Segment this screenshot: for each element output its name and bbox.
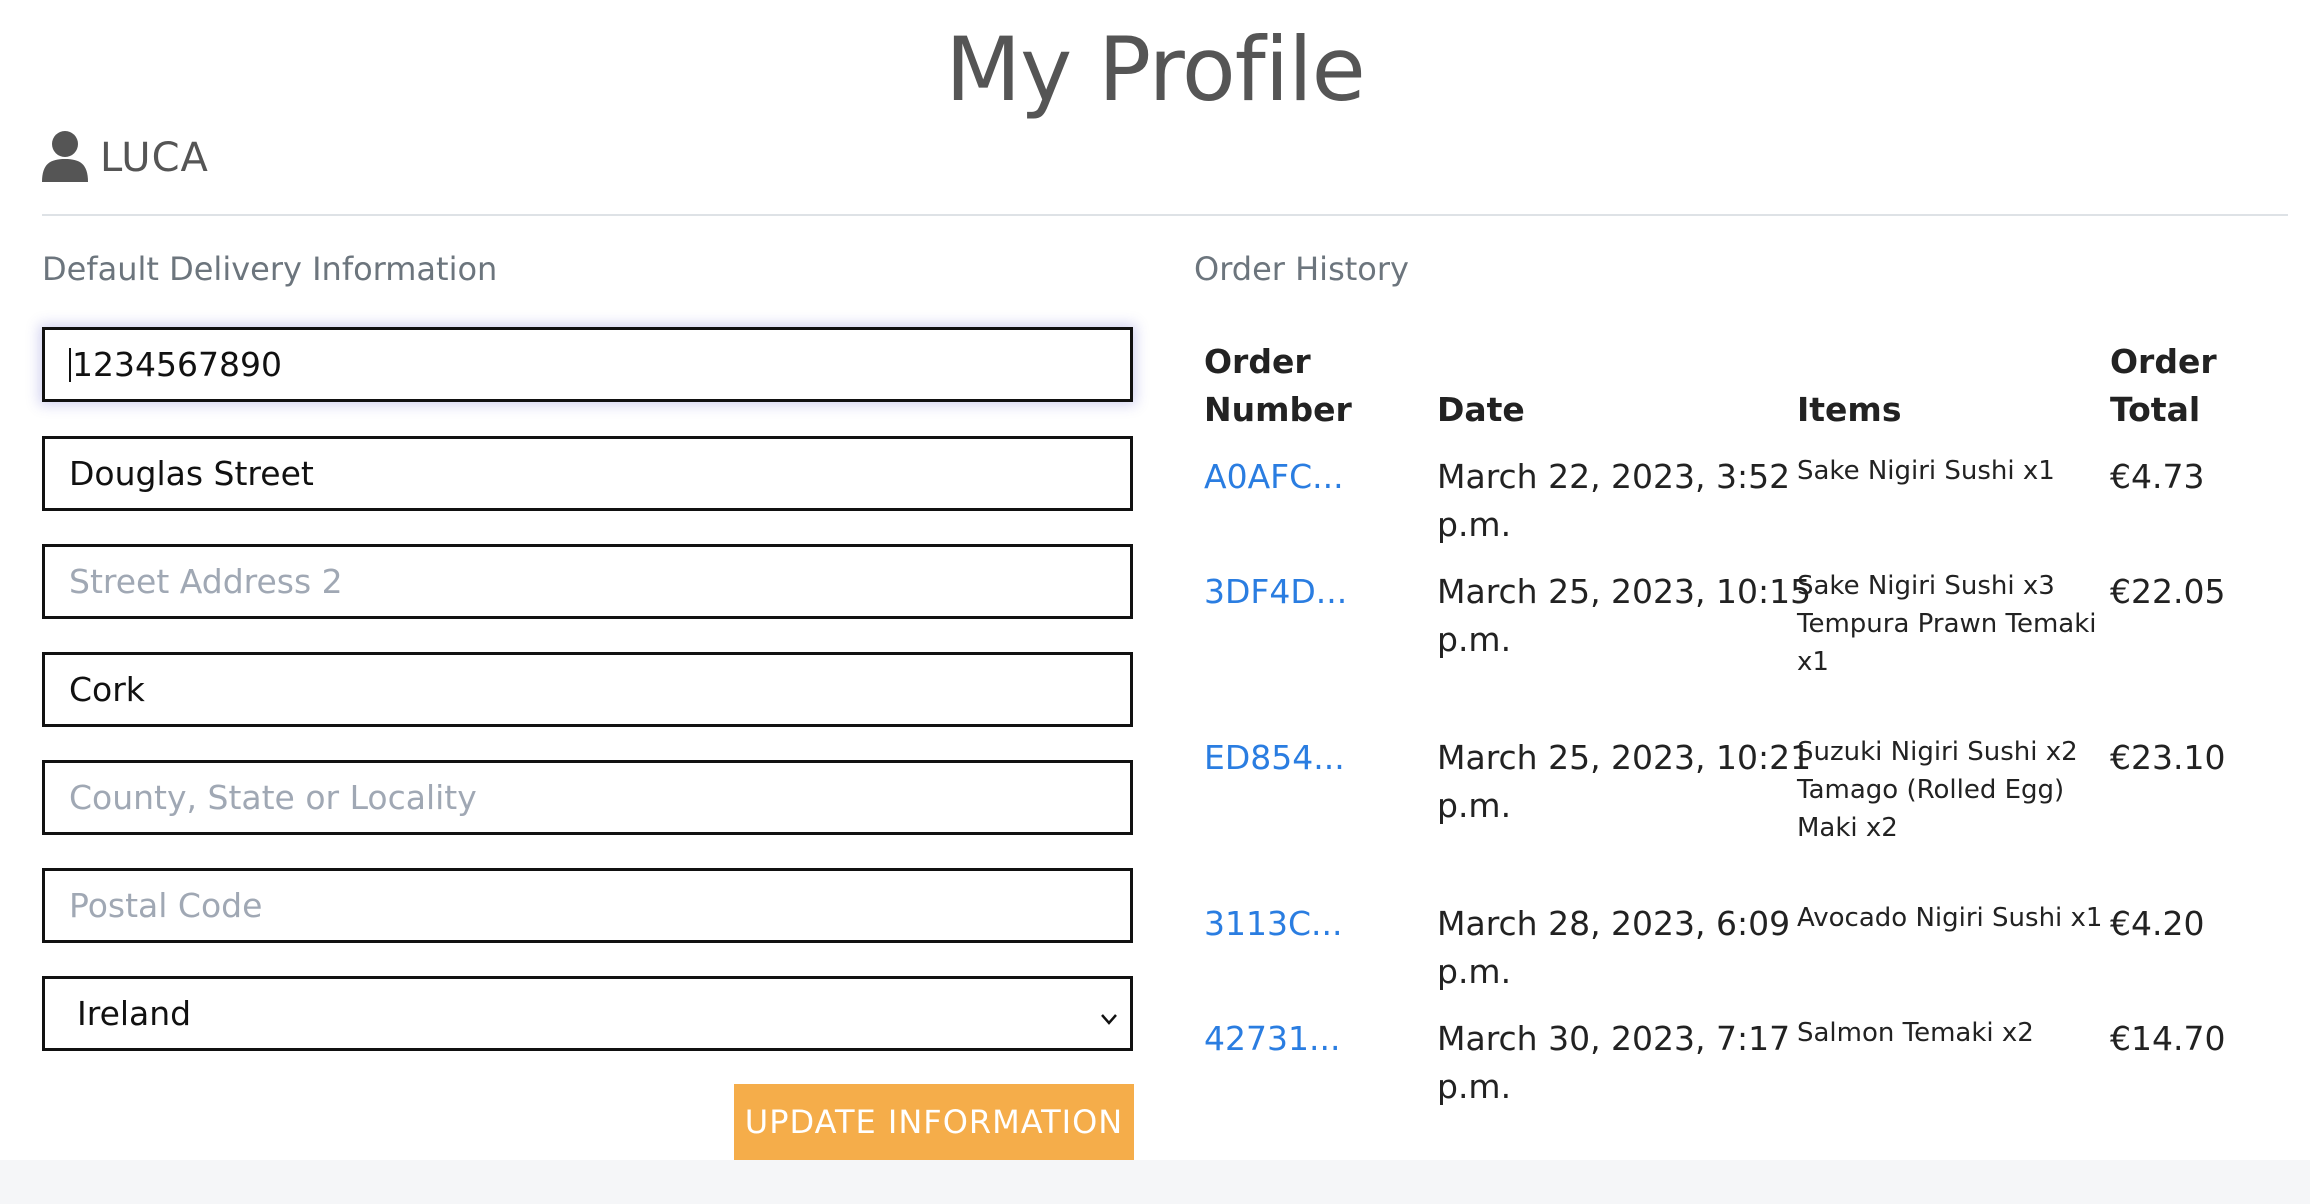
county-placeholder: County, State or Locality (69, 778, 477, 817)
order-date: March 25, 2023, 10:21 p.m. (1437, 734, 1811, 830)
order-items: Suzuki Nigiri Sushi x2 Tamago (Rolled Eg… (1797, 733, 2078, 847)
town-city-value: Cork (69, 670, 145, 709)
order-date-line: p.m. (1437, 1067, 1512, 1106)
header-order-total: Order Total (2110, 338, 2217, 434)
order-date: March 22, 2023, 3:52 p.m. (1437, 453, 1790, 549)
order-date-line: March 30, 2023, 7:17 (1437, 1019, 1791, 1058)
street-address-1-value: Douglas Street (69, 454, 314, 493)
street-address-2-field[interactable]: Street Address 2 (42, 544, 1133, 619)
header-order-total-line1: Order (2110, 342, 2217, 381)
order-date-line: p.m. (1437, 952, 1512, 991)
phone-value: 1234567890 (72, 345, 282, 384)
order-date: March 25, 2023, 10:15 p.m. (1437, 568, 1811, 664)
order-date-line: p.m. (1437, 786, 1512, 825)
order-item-line: Avocado Nigiri Sushi x1 (1797, 903, 2103, 933)
order-total: €22.05 (2110, 572, 2226, 611)
order-number-link[interactable]: A0AFC... (1204, 453, 1344, 501)
header-order-number-line1: Order (1204, 342, 1311, 381)
delivery-heading: Default Delivery Information (42, 250, 498, 288)
order-item-line: Tamago (Rolled Egg) (1797, 775, 2065, 805)
order-date: March 28, 2023, 6:09 p.m. (1437, 900, 1790, 996)
order-date-line: March 25, 2023, 10:15 (1437, 572, 1812, 611)
order-number-link[interactable]: ED854... (1204, 734, 1345, 782)
order-items: Avocado Nigiri Sushi x1 (1797, 899, 2102, 937)
text-caret (69, 347, 71, 382)
order-items: Salmon Temaki x2 (1797, 1014, 2034, 1052)
header-items: Items (1797, 390, 1902, 429)
street-address-1-field[interactable]: Douglas Street (42, 436, 1133, 511)
order-number-link[interactable]: 42731... (1204, 1015, 1340, 1063)
order-item-line: Salmon Temaki x2 (1797, 1018, 2034, 1048)
order-item-line: x1 (1797, 647, 1829, 677)
order-item-line: Sake Nigiri Sushi x3 (1797, 571, 2055, 601)
order-total: €4.20 (2110, 904, 2205, 943)
order-items: Sake Nigiri Sushi x1 (1797, 452, 2055, 490)
order-date: March 30, 2023, 7:17 p.m. (1437, 1015, 1790, 1111)
phone-field[interactable]: 1234567890 (42, 327, 1133, 402)
order-item-line: Suzuki Nigiri Sushi x2 (1797, 737, 2078, 767)
header-order-total-line2: Total (2110, 390, 2201, 429)
chevron-down-icon (1098, 1001, 1120, 1040)
order-item-line: Tempura Prawn Temaki (1797, 609, 2097, 639)
order-number-link[interactable]: 3113C... (1204, 900, 1343, 948)
town-city-field[interactable]: Cork (42, 652, 1133, 727)
postal-code-placeholder: Postal Code (69, 886, 263, 925)
order-date-line: March 25, 2023, 10:21 (1437, 738, 1812, 777)
header-order-number-line2: Number (1204, 390, 1352, 429)
header-order-number: Order Number (1204, 338, 1352, 434)
divider (42, 214, 2288, 216)
country-selected-value: Ireland (77, 994, 192, 1033)
postal-code-field[interactable]: Postal Code (42, 868, 1133, 943)
order-total: €14.70 (2110, 1019, 2226, 1058)
order-date-line: p.m. (1437, 620, 1512, 659)
order-total: €4.73 (2110, 457, 2205, 496)
order-number-link[interactable]: 3DF4D... (1204, 568, 1347, 616)
page-title: My Profile (945, 18, 1366, 121)
street-address-2-placeholder: Street Address 2 (69, 562, 343, 601)
user-name: LUCA (100, 135, 209, 181)
country-select[interactable]: Ireland (42, 976, 1133, 1051)
order-items: Sake Nigiri Sushi x3 Tempura Prawn Temak… (1797, 567, 2097, 681)
footer-band (0, 1160, 2310, 1204)
order-item-line: Maki x2 (1797, 813, 1898, 843)
order-date-line: March 28, 2023, 6:09 (1437, 904, 1791, 943)
user-icon (42, 130, 88, 186)
order-date-line: March 22, 2023, 3:52 (1437, 457, 1791, 496)
order-date-line: p.m. (1437, 505, 1512, 544)
header-date: Date (1437, 390, 1525, 429)
order-total: €23.10 (2110, 738, 2226, 777)
county-field[interactable]: County, State or Locality (42, 760, 1133, 835)
order-item-line: Sake Nigiri Sushi x1 (1797, 456, 2055, 486)
order-history-heading: Order History (1194, 250, 1409, 288)
user-header: LUCA (42, 130, 209, 186)
update-information-button[interactable]: UPDATE INFORMATION (734, 1084, 1134, 1160)
